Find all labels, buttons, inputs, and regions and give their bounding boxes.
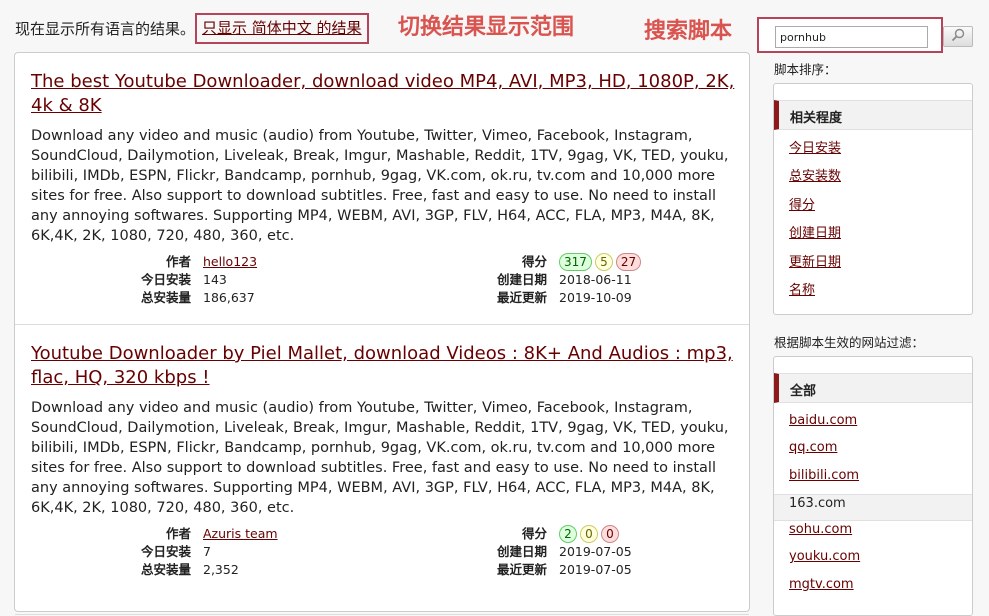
score-ok-badge: 5 xyxy=(594,253,613,271)
script-title: Youtube Downloader by Piel Mallet, downl… xyxy=(31,342,741,390)
total-installs-value: 2,352 xyxy=(203,562,239,577)
updated-date-label: 最近更新 xyxy=(496,290,547,305)
script-meta-left: 作者 hello123 今日安装 143 总安装量 186,637 xyxy=(139,253,257,307)
site-filter-label: 根据脚本生效的网站过滤： xyxy=(774,335,925,350)
daily-installs-value: 143 xyxy=(203,272,227,287)
site-filter-link[interactable]: baidu.com xyxy=(789,413,857,428)
script-title-link[interactable]: The best Youtube Downloader, download vi… xyxy=(31,71,734,116)
site-filter-box: 全部 baidu.com qq.com bilibili.com 163.com… xyxy=(773,356,973,616)
language-notice: 现在显示所有语言的结果。 只显示 简体中文 的结果 xyxy=(15,13,369,45)
daily-installs-value: 7 xyxy=(203,544,211,559)
total-installs-label: 总安装量 xyxy=(140,562,191,577)
site-filter-active: 全部 xyxy=(774,373,972,403)
sort-active-option: 相关程度 xyxy=(774,100,972,130)
updated-date-value: 2019-07-05 xyxy=(559,562,632,577)
score-good-badge: 317 xyxy=(559,253,592,271)
site-filter-link[interactable]: youku.com xyxy=(789,549,860,564)
score-bad-badge: 0 xyxy=(601,525,619,543)
daily-installs-label: 今日安装 xyxy=(140,544,191,559)
daily-installs-label: 今日安装 xyxy=(140,272,191,287)
script-list-item: Youtube Downloader by Piel Mallet, downl… xyxy=(15,325,749,615)
site-filter-link[interactable]: sohu.com xyxy=(789,522,852,537)
score-label: 得分 xyxy=(521,526,547,541)
author-link[interactable]: Azuris team xyxy=(203,526,278,541)
score-bad-badge: 27 xyxy=(615,253,642,271)
sort-option-link[interactable]: 得分 xyxy=(789,198,815,213)
search-input[interactable] xyxy=(775,26,928,48)
author-label: 作者 xyxy=(165,526,191,541)
sort-option-link[interactable]: 更新日期 xyxy=(789,255,841,270)
sort-section-label: 脚本排序： xyxy=(774,62,837,77)
site-filter-link[interactable]: mgtv.com xyxy=(789,577,854,592)
annotation-switch-scope: 切换结果显示范围 xyxy=(398,15,575,40)
created-date-value: 2019-07-05 xyxy=(559,544,632,559)
script-title-link[interactable]: Youtube Downloader by Piel Mallet, downl… xyxy=(31,343,733,388)
updated-date-value: 2019-10-09 xyxy=(559,290,632,305)
sort-option-link[interactable]: 名称 xyxy=(789,283,815,298)
site-filter-link[interactable]: bilibili.com xyxy=(789,468,859,483)
score-label: 得分 xyxy=(521,254,547,269)
script-meta-right: 得分 317 5 27 创建日期 2018-06-11 最近更新 2019-10-0… xyxy=(495,253,642,307)
site-filter-list: baidu.com qq.com bilibili.com 163.com so… xyxy=(774,412,972,603)
created-date-value: 2018-06-11 xyxy=(559,272,632,287)
created-date-label: 创建日期 xyxy=(496,272,547,287)
sort-options-list: 今日安装 总安装数 得分 创建日期 更新日期 名称 xyxy=(789,137,841,307)
script-meta-left: 作者 Azuris team 今日安装 7 总安装量 2,352 xyxy=(139,525,278,579)
total-installs-label: 总安装量 xyxy=(140,290,191,305)
search-button[interactable] xyxy=(943,26,973,47)
updated-date-label: 最近更新 xyxy=(496,562,547,577)
score-badges: 2 0 0 xyxy=(559,525,619,543)
sort-option-link[interactable]: 创建日期 xyxy=(789,226,841,241)
script-description: Download any video and music (audio) fro… xyxy=(31,128,729,244)
show-chinese-only-link[interactable]: 只显示 简体中文 的结果 xyxy=(202,19,362,37)
magnifier-icon xyxy=(951,28,965,46)
score-badges: 317 5 27 xyxy=(559,253,642,271)
language-filter-highlight: 只显示 简体中文 的结果 xyxy=(195,13,369,44)
annotation-search-scripts: 搜索脚本 xyxy=(644,19,733,44)
total-installs-value: 186,637 xyxy=(203,290,255,305)
score-ok-badge: 0 xyxy=(580,525,598,543)
script-results-list: The best Youtube Downloader, download vi… xyxy=(14,52,750,615)
sort-option-link[interactable]: 今日安装 xyxy=(789,141,841,156)
created-date-label: 创建日期 xyxy=(496,544,547,559)
script-list-item: The best Youtube Downloader, download vi… xyxy=(15,53,749,325)
site-filter-link[interactable]: qq.com xyxy=(789,440,837,455)
score-good-badge: 2 xyxy=(559,525,577,543)
author-link[interactable]: hello123 xyxy=(203,254,257,269)
script-description: Download any video and music (audio) fro… xyxy=(31,400,729,516)
language-notice-text: 现在显示所有语言的结果。 xyxy=(15,20,196,38)
script-title: The best Youtube Downloader, download vi… xyxy=(31,70,741,118)
sort-option-link[interactable]: 总安装数 xyxy=(789,169,841,184)
sort-options-box: 相关程度 今日安装 总安装数 得分 创建日期 更新日期 名称 xyxy=(773,83,973,315)
script-meta-right: 得分 2 0 0 创建日期 2019-07-05 最近更新 2019-07-05 xyxy=(495,525,632,579)
site-filter-item-text[interactable]: 163.com xyxy=(789,496,846,511)
author-label: 作者 xyxy=(165,254,191,269)
